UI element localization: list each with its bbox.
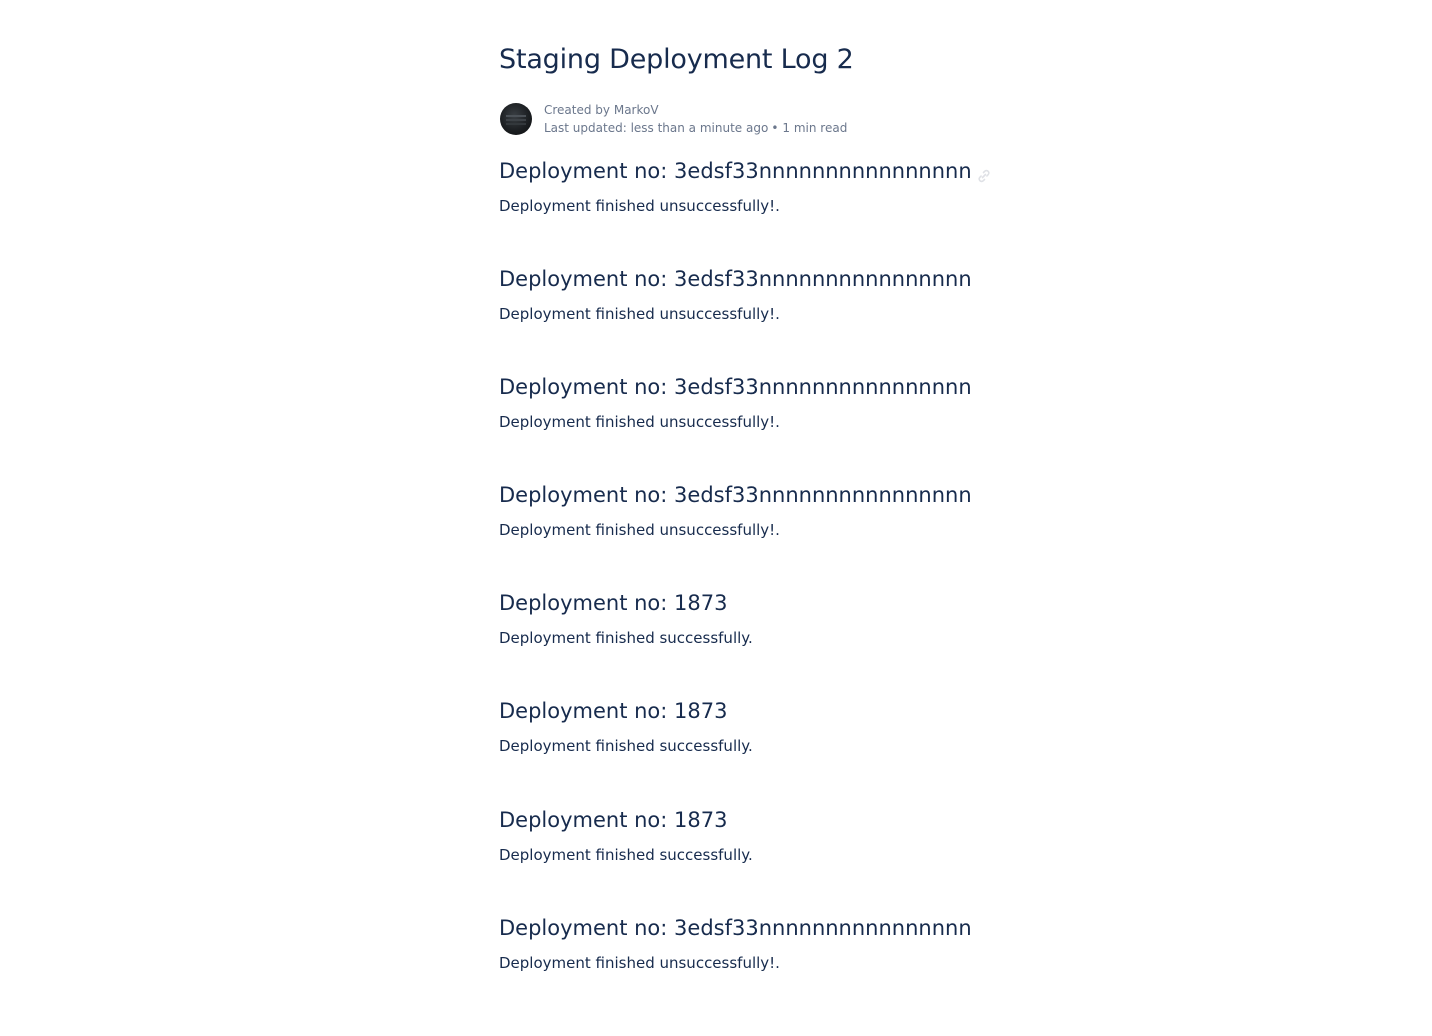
deployment-heading: Deployment no: 1873 [499,806,1019,834]
deployment-status: Deployment finished unsuccessfully!. [499,413,780,431]
deployment-status: Deployment finished successfully. [499,629,753,647]
byline: Created by MarkoV Last updated: less tha… [500,99,847,139]
deployment-heading: Deployment no: 3edsf33nnnnnnnnnnnnnnnn [499,157,1019,185]
byline-separator: • [771,121,779,135]
user-avatar[interactable] [500,103,532,135]
byline-text: Created by MarkoV Last updated: less tha… [544,101,847,137]
deployment-status: Deployment finished unsuccessfully!. [499,197,780,215]
deployment-heading: Deployment no: 3edsf33nnnnnnnnnnnnnnnn [499,481,1019,509]
deployment-heading: Deployment no: 3edsf33nnnnnnnnnnnnnnnn [499,265,1019,293]
deployment-entry: Deployment no: 1873 Deployment finished … [499,589,1019,647]
deployment-entry: Deployment no: 3edsf33nnnnnnnnnnnnnnnn D… [499,265,1019,323]
page-title: Staging Deployment Log 2 [499,44,854,75]
deployment-entry: Deployment no: 3edsf33nnnnnnnnnnnnnnnn D… [499,914,1019,972]
deployment-status: Deployment finished successfully. [499,846,753,864]
deployment-heading-text: Deployment no: 3edsf33nnnnnnnnnnnnnnnn [499,916,972,940]
deployment-heading-text: Deployment no: 3edsf33nnnnnnnnnnnnnnnn [499,375,972,399]
deployment-status: Deployment finished unsuccessfully!. [499,521,780,539]
deployment-entry: Deployment no: 3edsf33nnnnnnnnnnnnnnnn D… [499,373,1019,431]
deployment-heading: Deployment no: 3edsf33nnnnnnnnnnnnnnnn [499,914,1019,942]
deployment-status: Deployment finished successfully. [499,737,753,755]
deployment-heading: Deployment no: 3edsf33nnnnnnnnnnnnnnnn [499,373,1019,401]
deployment-heading: Deployment no: 1873 [499,589,1019,617]
read-time: 1 min read [782,121,848,135]
deployment-entry: Deployment no: 1873 Deployment finished … [499,697,1019,755]
last-updated-line: Last updated: less than a minute ago • 1 m… [544,119,847,137]
deployment-heading-text: Deployment no: 3edsf33nnnnnnnnnnnnnnnn [499,483,972,507]
deployment-heading-text: Deployment no: 3edsf33nnnnnnnnnnnnnnnn [499,267,972,291]
deployment-heading-text: Deployment no: 1873 [499,808,728,832]
link-icon[interactable] [976,163,992,183]
last-updated[interactable]: Last updated: less than a minute ago [544,121,768,135]
created-by[interactable]: Created by MarkoV [544,101,847,119]
deployment-heading-text: Deployment no: 1873 [499,699,728,723]
deployment-heading-text: Deployment no: 3edsf33nnnnnnnnnnnnnnnn [499,159,972,183]
deployment-status: Deployment finished unsuccessfully!. [499,305,780,323]
deployment-entry: Deployment no: 1873 Deployment finished … [499,806,1019,864]
deployment-entry: Deployment no: 3edsf33nnnnnnnnnnnnnnnn D… [499,157,1019,215]
deployment-status: Deployment finished unsuccessfully!. [499,954,780,972]
deployment-heading: Deployment no: 1873 [499,697,1019,725]
deployment-entry: Deployment no: 3edsf33nnnnnnnnnnnnnnnn D… [499,481,1019,539]
deployment-heading-text: Deployment no: 1873 [499,591,728,615]
